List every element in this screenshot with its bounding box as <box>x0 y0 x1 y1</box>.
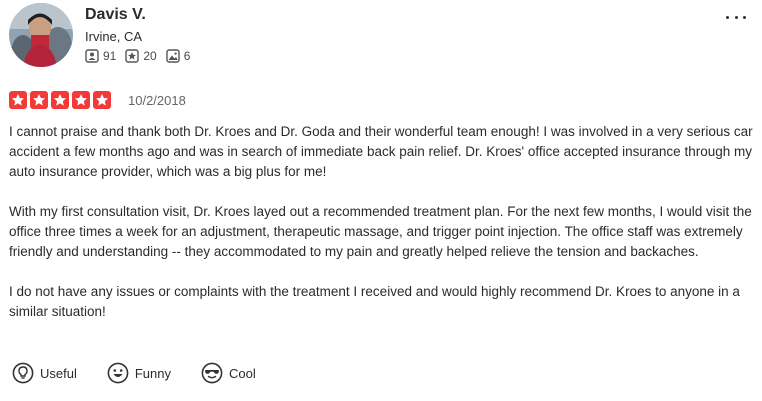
reviewer-stats: 91 20 6 <box>85 49 199 63</box>
photos-stat: 6 <box>166 49 191 63</box>
cool-button[interactable]: Cool <box>201 362 256 384</box>
reviews-stat: 20 <box>125 49 157 63</box>
friends-icon <box>85 49 99 63</box>
star-review-icon <box>125 49 140 63</box>
smile-icon <box>107 362 129 384</box>
lightbulb-icon <box>12 362 34 384</box>
review-paragraph: With my first consultation visit, Dr. Kr… <box>9 204 752 259</box>
more-options-icon[interactable] <box>726 10 746 24</box>
review-text: I cannot praise and thank both Dr. Kroes… <box>9 122 757 342</box>
rating-star-icon <box>72 91 90 109</box>
cool-label: Cool <box>229 365 256 381</box>
rating-star-icon <box>51 91 69 109</box>
reviewer-name[interactable]: Davis V. <box>85 6 146 24</box>
sunglasses-icon <box>201 362 223 384</box>
friends-stat: 91 <box>85 49 116 63</box>
friends-count: 91 <box>103 49 117 63</box>
useful-label: Useful <box>40 365 77 381</box>
avatar[interactable] <box>9 3 73 67</box>
rating-star-icon <box>30 91 48 109</box>
useful-button[interactable]: Useful <box>12 362 77 384</box>
star-rating <box>9 91 114 109</box>
rating-star-icon <box>9 91 27 109</box>
funny-label: Funny <box>134 365 171 381</box>
reviews-count: 20 <box>143 49 157 63</box>
rating-star-icon <box>93 91 111 109</box>
review-paragraph: I cannot praise and thank both Dr. Kroes… <box>9 124 753 179</box>
review-paragraph: I do not have any issues or complaints w… <box>9 284 740 319</box>
reviewer-location: Irvine, CA <box>85 29 143 44</box>
photo-icon <box>166 49 180 63</box>
photos-count: 6 <box>183 49 191 63</box>
reaction-buttons: Useful Funny Cool <box>12 362 286 384</box>
review-date: 10/2/2018 <box>128 93 186 108</box>
funny-button[interactable]: Funny <box>107 362 171 384</box>
